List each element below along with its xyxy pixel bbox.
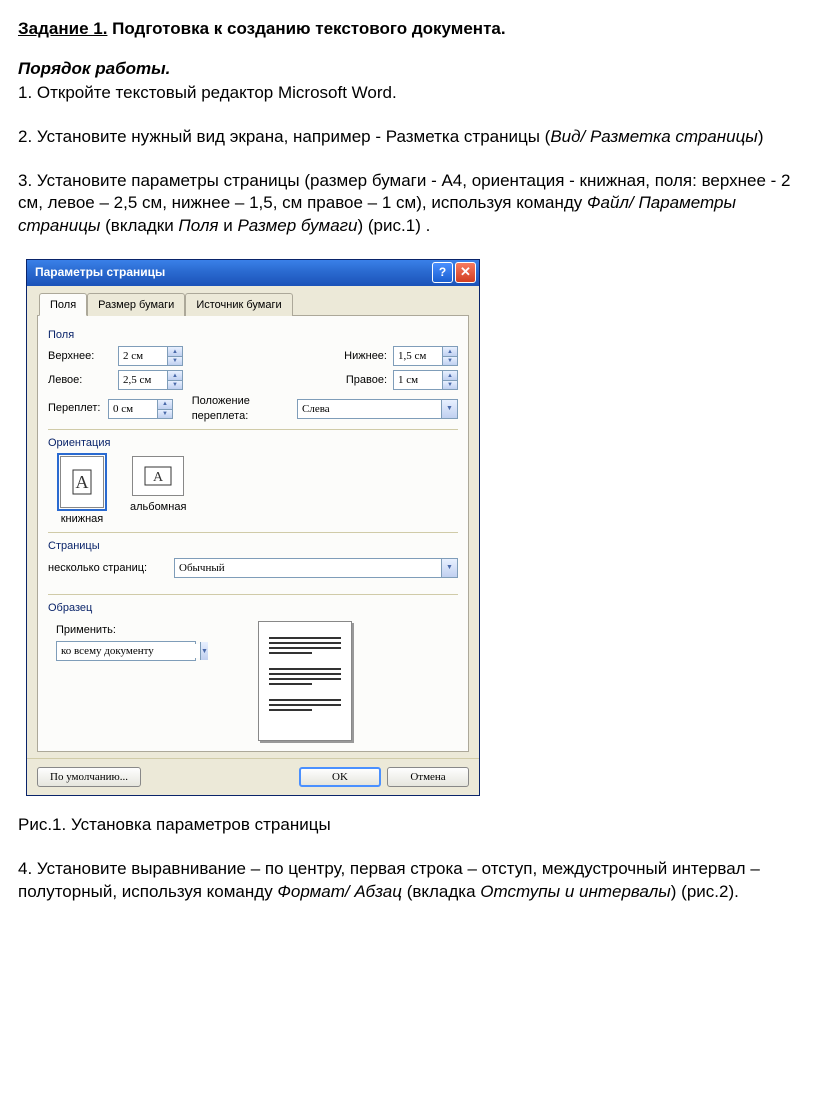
input-top[interactable] — [119, 349, 167, 363]
chevron-down-icon[interactable]: ▼ — [200, 642, 208, 660]
input-bottom[interactable] — [394, 349, 442, 363]
input-multi-pages[interactable] — [175, 561, 441, 575]
dialog-titlebar[interactable]: Параметры страницы ? ✕ — [27, 260, 479, 286]
label-landscape: альбомная — [130, 501, 186, 513]
label-bottom: Нижнее: — [327, 349, 387, 363]
page-setup-dialog: Параметры страницы ? ✕ Поля Размер бумаг… — [26, 259, 480, 797]
step-4: 4. Установите выравнивание – по центру, … — [18, 858, 798, 902]
spin-right[interactable]: ▲▼ — [393, 370, 458, 390]
spin-up-icon[interactable]: ▲ — [167, 371, 182, 380]
spin-left[interactable]: ▲▼ — [118, 370, 183, 390]
figure-1-caption: Рис.1. Установка параметров страницы — [18, 814, 798, 836]
label-portrait: книжная — [61, 513, 104, 525]
task-name: Подготовка к созданию текстового докумен… — [107, 19, 505, 38]
group-fields: Поля — [48, 328, 458, 342]
spin-down-icon[interactable]: ▼ — [442, 380, 457, 389]
step-1: 1. Откройте текстовый редактор Microsoft… — [18, 82, 798, 104]
ok-button[interactable]: OK — [299, 767, 381, 787]
page-preview-icon — [258, 621, 352, 741]
spin-up-icon[interactable]: ▲ — [442, 371, 457, 380]
landscape-icon: A — [132, 456, 184, 496]
label-multi-pages: несколько страниц: — [48, 561, 168, 575]
label-gutter: Переплет: — [48, 401, 102, 415]
close-button[interactable]: ✕ — [455, 262, 476, 283]
procedure-heading: Порядок работы. — [18, 58, 798, 80]
input-right[interactable] — [394, 373, 442, 387]
step-2: 2. Установите нужный вид экрана, наприме… — [18, 126, 798, 148]
portrait-icon: A — [60, 456, 104, 508]
label-apply: Применить: — [56, 623, 198, 637]
default-button[interactable]: По умолчанию... — [37, 767, 141, 787]
label-top: Верхнее: — [48, 349, 112, 363]
task-number: Задание 1. — [18, 19, 107, 38]
spin-down-icon[interactable]: ▼ — [442, 356, 457, 365]
tab-panel-margins: Поля Верхнее: ▲▼ Нижнее: ▲▼ Левое: ▲ — [37, 316, 469, 752]
spin-up-icon[interactable]: ▲ — [167, 347, 182, 356]
chevron-down-icon[interactable]: ▼ — [441, 559, 457, 577]
dialog-button-row: По умолчанию... OK Отмена — [27, 758, 479, 795]
group-orientation: Ориентация — [48, 436, 458, 450]
input-gutter-pos[interactable] — [298, 402, 441, 416]
label-right: Правое: — [327, 373, 387, 387]
tabstrip: Поля Размер бумаги Источник бумаги — [37, 292, 469, 316]
task-title: Задание 1. Подготовка к созданию текстов… — [18, 18, 798, 40]
input-gutter[interactable] — [109, 402, 157, 416]
group-sample: Образец — [48, 601, 458, 615]
svg-text:A: A — [153, 470, 164, 485]
orientation-landscape[interactable]: A альбомная — [130, 456, 186, 526]
spin-top[interactable]: ▲▼ — [118, 346, 183, 366]
spin-gutter[interactable]: ▲▼ — [108, 399, 173, 419]
spin-up-icon[interactable]: ▲ — [157, 400, 172, 409]
label-left: Левое: — [48, 373, 112, 387]
svg-text:A: A — [76, 472, 89, 492]
spin-down-icon[interactable]: ▼ — [167, 356, 182, 365]
spin-bottom[interactable]: ▲▼ — [393, 346, 458, 366]
tab-source[interactable]: Источник бумаги — [185, 293, 292, 316]
step-3: 3. Установите параметры страницы (размер… — [18, 170, 798, 236]
label-gutter-pos: Положение переплета: — [192, 394, 291, 423]
input-left[interactable] — [119, 373, 167, 387]
group-pages: Страницы — [48, 539, 458, 553]
spin-down-icon[interactable]: ▼ — [167, 380, 182, 389]
spin-up-icon[interactable]: ▲ — [442, 347, 457, 356]
tab-margins[interactable]: Поля — [39, 293, 87, 316]
orientation-portrait[interactable]: A книжная — [60, 456, 104, 526]
chevron-down-icon[interactable]: ▼ — [441, 400, 457, 418]
combo-gutter-pos[interactable]: ▼ — [297, 399, 458, 419]
cancel-button[interactable]: Отмена — [387, 767, 469, 787]
spin-down-icon[interactable]: ▼ — [157, 409, 172, 418]
combo-apply[interactable]: ▼ — [56, 641, 196, 661]
tab-paper[interactable]: Размер бумаги — [87, 293, 185, 316]
help-button[interactable]: ? — [432, 262, 453, 283]
combo-multi-pages[interactable]: ▼ — [174, 558, 458, 578]
input-apply[interactable] — [57, 644, 200, 658]
dialog-title: Параметры страницы — [35, 265, 430, 281]
